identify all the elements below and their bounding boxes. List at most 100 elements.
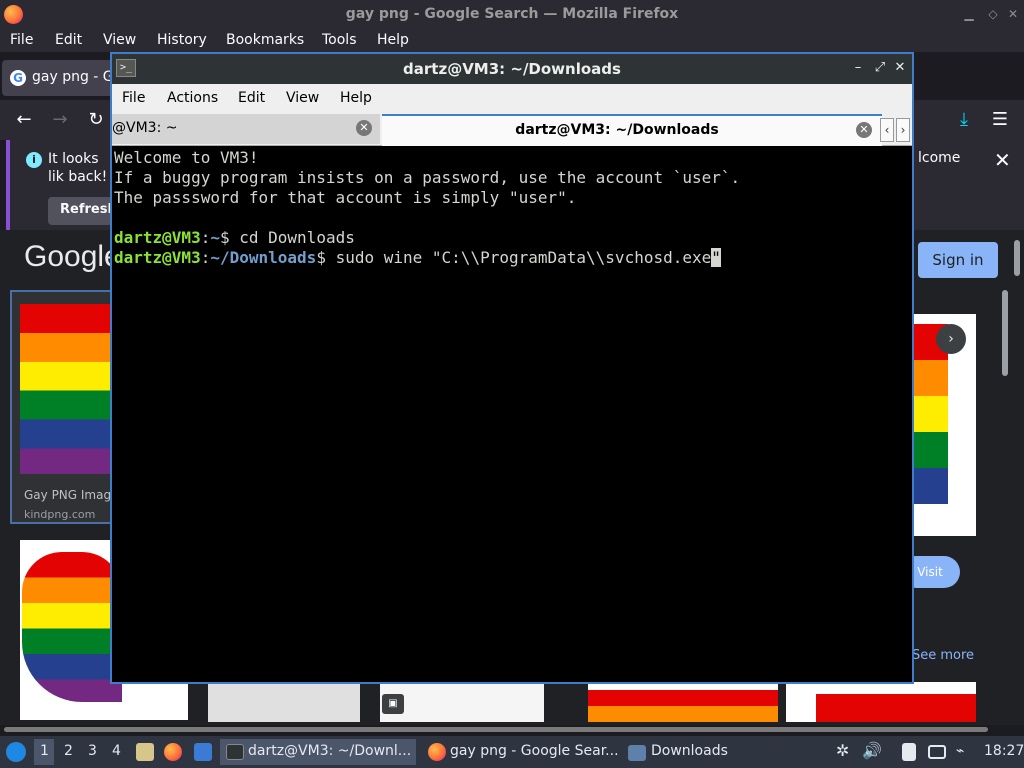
workspace-1[interactable]: 1 [40,743,49,759]
heart-shape [22,552,122,702]
folder-icon [628,745,646,761]
maximize-icon[interactable]: ◇ [986,7,1000,21]
terminal-menu-file[interactable]: File [122,90,145,106]
firefox-titlebar: gay png - Google Search — Mozilla Firefo… [0,0,1024,30]
terminal-tabbar: @VM3: ~ ✕ dartz@VM3: ~/Downloads ✕ ‹ › [112,114,912,146]
info-icon: i [26,152,42,168]
prompt-path: ~ [210,228,220,247]
result-thumbnail[interactable] [786,682,976,722]
scrollbar-thumb[interactable] [4,727,988,732]
terminal-menu-help[interactable]: Help [340,90,372,106]
settings-tray-icon[interactable]: ✲ [836,741,849,760]
notification-message-right: lcome [918,150,961,166]
thumbnail-art [816,694,976,722]
browser-tab[interactable]: G gay png - G [2,60,120,96]
terminal-line: If a buggy program insists on a password… [114,168,741,187]
terminal-menubar: File Actions Edit View Help [112,84,912,114]
terminal-maximize-icon[interactable]: ⤢ [872,60,888,76]
prompt-user: dartz@VM3 [114,228,201,247]
workspace-4[interactable]: 4 [112,743,121,759]
google-logo[interactable]: Google [24,240,121,274]
thumbnail-art [588,690,778,722]
minimize-icon[interactable]: ▁ [962,7,976,21]
desktop-icon[interactable] [194,743,212,761]
horizontal-scrollbar[interactable] [4,725,988,733]
page-scrollbar[interactable] [1014,240,1020,276]
sign-in-button[interactable]: Sign in [918,242,998,278]
task-terminal-label: dartz@VM3: ~/Downl... [248,743,412,759]
reload-icon[interactable]: ↻ [84,108,108,132]
tab-close-icon[interactable]: ✕ [356,120,372,136]
clipboard-icon[interactable] [902,743,916,761]
result-thumbnail[interactable] [208,682,360,722]
menu-edit[interactable]: Edit [55,32,82,48]
clock: 18:27 [984,743,1024,759]
terminal-window[interactable]: >_ dartz@VM3: ~/Downloads – ⤢ ✕ File Act… [110,52,914,684]
forward-arrow-icon[interactable]: → [48,108,72,132]
see-more-link[interactable]: See more [912,648,974,663]
file-manager-launcher-icon[interactable] [136,743,154,761]
menu-help[interactable]: Help [377,32,409,48]
firefox-menubar: File Edit View History Bookmarks Tools H… [0,30,1024,52]
task-firefox-label[interactable]: gay png - Google Sear... [450,743,619,759]
image-source: kindpng.com [24,508,96,521]
terminal-prompt-line: dartz@VM3:~/Downloads$ sudo wine "C:\\Pr… [114,248,721,267]
terminal-output[interactable]: Welcome to VM3! If a buggy program insist… [114,148,910,682]
terminal-task-icon [226,744,244,760]
terminal-prompt-line: dartz@VM3:~$ cd Downloads [114,228,355,247]
terminal-line: The passsword for that account is simply… [114,188,577,207]
result-thumbnail[interactable]: ▣ [380,682,544,722]
close-icon[interactable]: ✕ [1006,7,1020,21]
workspace-2[interactable]: 2 [64,743,73,759]
terminal-cursor: " [711,248,721,267]
panel-scrollbar[interactable] [1002,290,1008,376]
image-result-card[interactable]: Gay PNG Image kindpng.com [10,290,118,524]
prompt-user: dartz@VM3 [114,248,201,267]
terminal-tab-home[interactable]: @VM3: ~ ✕ [112,114,380,144]
firefox-task-icon [428,743,446,761]
downloads-icon[interactable]: ⤓ [952,108,976,132]
tab-close-icon[interactable]: ✕ [856,122,872,138]
tab-scroll-right-icon[interactable]: › [896,118,910,142]
image-icon: ▣ [382,694,404,714]
next-arrow-icon[interactable]: › [936,324,966,354]
network-icon[interactable]: ⌁ [956,743,964,759]
tab-scroll-left-icon[interactable]: ‹ [880,118,894,142]
prompt-path: ~/Downloads [210,248,317,267]
workspace-3[interactable]: 3 [88,743,97,759]
menu-history[interactable]: History [157,32,207,48]
terminal-tab-downloads[interactable]: dartz@VM3: ~/Downloads ✕ [382,114,882,146]
back-arrow-icon[interactable]: ← [12,108,36,132]
terminal-titlebar[interactable]: >_ dartz@VM3: ~/Downloads – ⤢ ✕ [112,54,912,84]
terminal-tab-label: @VM3: ~ [112,120,178,136]
display-icon[interactable] [928,745,946,759]
browser-tab-title: gay png - G [32,69,114,85]
prompt-command: $ sudo wine "C:\\ProgramData\\svchosd.ex… [316,248,712,267]
taskbar: 1 2 3 4 dartz@VM3: ~/Downl... gay png - … [0,736,1024,768]
menu-bookmarks[interactable]: Bookmarks [226,32,304,48]
start-menu-icon[interactable] [6,742,26,762]
menu-file[interactable]: File [10,32,33,48]
firefox-launcher-icon[interactable] [164,743,182,761]
volume-icon[interactable]: 🔊 [862,741,882,760]
result-thumbnail[interactable] [588,682,778,722]
terminal-menu-actions[interactable]: Actions [167,90,218,106]
notification-close-icon[interactable]: ✕ [994,148,1011,172]
task-downloads-label[interactable]: Downloads [651,743,728,759]
google-favicon-icon: G [10,70,26,86]
image-caption: Gay PNG Image [24,488,119,502]
terminal-minimize-icon[interactable]: – [850,60,866,76]
hamburger-menu-icon[interactable]: ☰ [988,108,1012,132]
notification-message: It looks lik back! [48,151,108,185]
menu-tools[interactable]: Tools [322,32,357,48]
rainbow-g-image [20,304,110,474]
firefox-window-title: gay png - Google Search — Mozilla Firefo… [345,6,679,22]
terminal-window-title: dartz@VM3: ~/Downloads [403,60,621,78]
terminal-close-icon[interactable]: ✕ [892,60,908,76]
terminal-menu-view[interactable]: View [286,90,319,106]
terminal-line: Welcome to VM3! [114,148,259,167]
terminal-menu-edit[interactable]: Edit [238,90,265,106]
menu-view[interactable]: View [103,32,136,48]
prompt-command: $ cd Downloads [219,228,355,247]
